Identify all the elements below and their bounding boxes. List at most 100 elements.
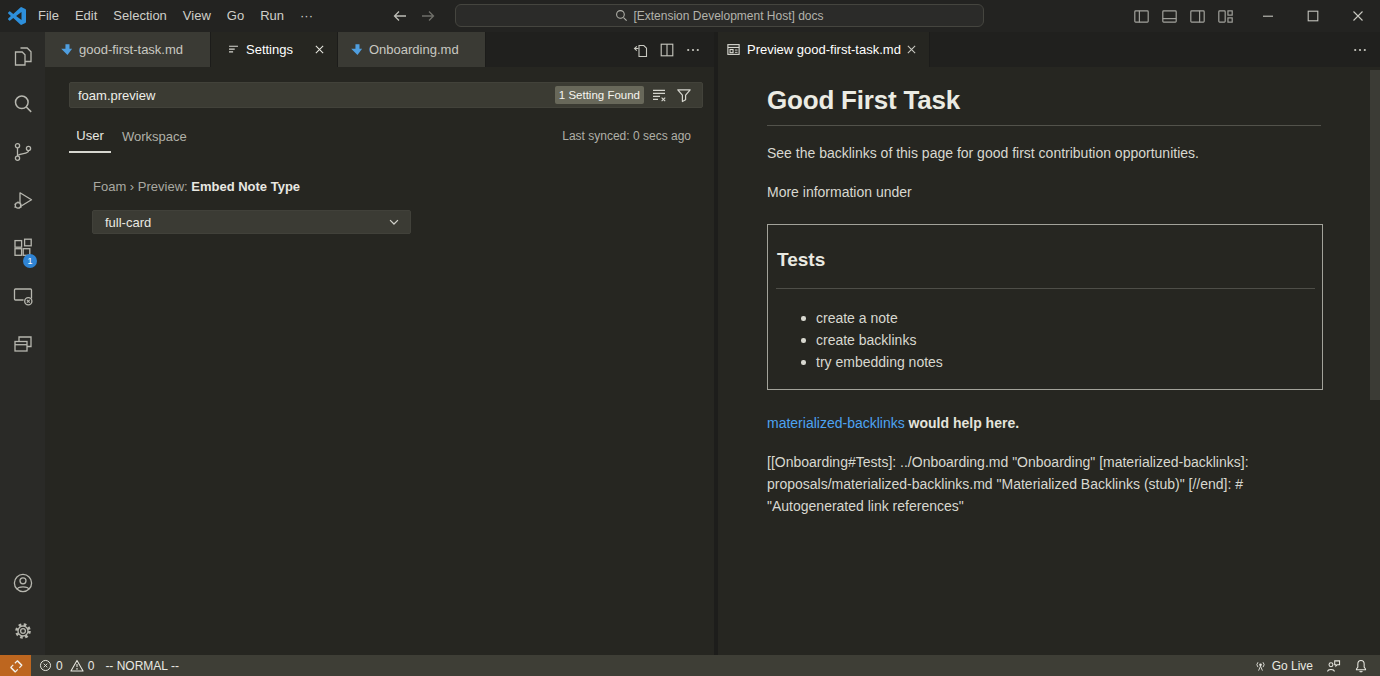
title-bar: File Edit Selection View Go Run ··· [Ext… xyxy=(0,0,1380,32)
link-suffix-text: would help here. xyxy=(905,415,1019,431)
feedback-icon xyxy=(1326,659,1341,673)
toggle-panel-icon[interactable] xyxy=(1161,8,1178,25)
vscode-logo xyxy=(8,7,26,25)
search-sidebar-icon[interactable] xyxy=(0,80,45,128)
markdown-file-icon xyxy=(350,43,363,56)
reference-links-line: proposals/materialized-backlinks.md "Mat… xyxy=(767,473,1243,495)
menu-bar: File Edit Selection View Go Run ··· xyxy=(30,0,321,32)
settings-found-badge: 1 Setting Found xyxy=(555,86,644,104)
menu-edit[interactable]: Edit xyxy=(67,0,105,32)
filter-settings-icon[interactable] xyxy=(674,85,694,105)
extensions-icon[interactable]: 1 xyxy=(0,224,45,272)
menu-more[interactable]: ··· xyxy=(292,0,321,32)
heading-rule xyxy=(767,125,1321,126)
explorer-icon[interactable] xyxy=(0,32,45,80)
preview-paragraph: More information under xyxy=(767,181,912,203)
close-tab-icon[interactable] xyxy=(901,40,921,60)
settings-editor-icon xyxy=(227,43,240,56)
list-item: create backlinks xyxy=(816,329,916,351)
last-synced-label: Last synced: 0 secs ago xyxy=(562,120,691,151)
right-editor-tab-bar: Preview good-first-task.md xyxy=(718,32,1380,67)
select-value: full-card xyxy=(105,215,387,230)
go-live-label: Go Live xyxy=(1272,659,1313,673)
markdown-preview: Good First Task See the backlinks of thi… xyxy=(718,67,1380,655)
menu-run[interactable]: Run xyxy=(252,0,292,32)
menu-selection[interactable]: Selection xyxy=(105,0,174,32)
settings-search-value: foam.preview xyxy=(78,88,555,103)
notifications-button[interactable] xyxy=(1354,659,1368,673)
remote-indicator[interactable] xyxy=(0,655,31,676)
tab-good-first-task[interactable]: good-first-task.md xyxy=(45,32,211,67)
tab-label: good-first-task.md xyxy=(79,42,183,57)
clear-settings-search-icon[interactable] xyxy=(649,85,669,105)
scope-tab-workspace[interactable]: Workspace xyxy=(120,120,189,153)
broadcast-icon xyxy=(1254,659,1267,672)
maximize-button[interactable] xyxy=(1290,0,1335,32)
toggle-primary-sidebar-icon[interactable] xyxy=(1133,8,1150,25)
reference-links-line: "Autogenerated link references" xyxy=(767,495,964,517)
run-and-debug-icon[interactable] xyxy=(0,176,45,224)
tab-label: Settings xyxy=(246,42,293,57)
setting-name: Embed Note Type xyxy=(191,179,300,194)
activity-bar: 1 xyxy=(0,32,45,655)
customize-layout-icon[interactable] xyxy=(1217,8,1234,25)
menu-file[interactable]: File xyxy=(30,0,67,32)
bell-icon xyxy=(1354,659,1368,673)
problems-status[interactable]: 0 0 xyxy=(39,659,94,673)
embedded-note-card: Tests create a note create backlinks try… xyxy=(767,224,1323,390)
search-icon xyxy=(615,9,628,22)
embed-heading: Tests xyxy=(777,249,825,271)
preview-paragraph: See the backlinks of this page for good … xyxy=(767,142,1199,164)
status-bar: 0 0 -- NORMAL -- Go Live xyxy=(0,655,1380,676)
list-item: try embedding notes xyxy=(816,351,943,373)
menu-go[interactable]: Go xyxy=(219,0,252,32)
settings-gear-icon[interactable] xyxy=(0,607,45,655)
reference-links-line: [[Onboarding#Tests]: ../Onboarding.md "O… xyxy=(767,451,1249,473)
command-center-search[interactable]: [Extension Development Host] docs xyxy=(455,4,984,27)
tab-label: Onboarding.md xyxy=(369,42,459,57)
vscode-window: File Edit Selection View Go Run ··· [Ext… xyxy=(0,0,1380,676)
left-editor-tab-bar: good-first-task.md Settings Onboarding.m… xyxy=(45,32,714,67)
source-control-icon[interactable] xyxy=(0,128,45,176)
errors-icon xyxy=(39,659,52,672)
close-window-button[interactable] xyxy=(1335,0,1380,32)
open-settings-json-icon[interactable] xyxy=(633,42,649,58)
setting-title: Foam › Preview: Embed Note Type xyxy=(93,179,300,194)
more-actions-icon[interactable] xyxy=(685,42,701,58)
minimize-button[interactable] xyxy=(1245,0,1290,32)
tab-settings[interactable]: Settings xyxy=(211,32,338,67)
split-editor-icon[interactable] xyxy=(659,42,675,58)
embed-note-type-select[interactable]: full-card xyxy=(92,210,411,234)
warnings-count: 0 xyxy=(88,659,95,673)
open-preview-icon xyxy=(726,42,741,57)
remote-explorer-icon[interactable] xyxy=(0,272,45,320)
go-live-button[interactable]: Go Live xyxy=(1254,659,1313,673)
settings-scope-tabs: User Workspace xyxy=(69,120,189,153)
errors-count: 0 xyxy=(56,659,63,673)
back-arrow-icon[interactable] xyxy=(392,8,408,24)
tab-preview-good-first-task[interactable]: Preview good-first-task.md xyxy=(718,32,930,67)
forward-arrow-icon[interactable] xyxy=(420,8,436,24)
toggle-secondary-sidebar-icon[interactable] xyxy=(1189,8,1206,25)
extensions-badge: 1 xyxy=(23,254,37,268)
more-actions-icon[interactable] xyxy=(1352,42,1368,58)
preview-scrollbar[interactable] xyxy=(1370,70,1380,400)
command-center-text: [Extension Development Host] docs xyxy=(633,9,823,23)
remote-icon xyxy=(9,659,23,673)
scope-tab-user[interactable]: User xyxy=(69,120,111,153)
feedback-button[interactable] xyxy=(1326,659,1341,673)
vim-mode-status[interactable]: -- NORMAL -- xyxy=(105,659,179,673)
menu-view[interactable]: View xyxy=(175,0,219,32)
editor-windows-icon[interactable] xyxy=(0,320,45,368)
markdown-file-icon xyxy=(60,43,73,56)
preview-paragraph: materialized-backlinks would help here. xyxy=(767,412,1019,434)
tab-onboarding[interactable]: Onboarding.md xyxy=(338,32,486,67)
warnings-icon xyxy=(70,659,84,672)
setting-category: Foam › Preview: xyxy=(93,179,191,194)
materialized-backlinks-link[interactable]: materialized-backlinks xyxy=(767,415,905,431)
close-tab-icon[interactable] xyxy=(309,40,329,60)
accounts-icon[interactable] xyxy=(0,559,45,607)
tab-label: Preview good-first-task.md xyxy=(747,42,901,57)
list-item: create a note xyxy=(816,307,898,329)
settings-search-input[interactable]: foam.preview 1 Setting Found xyxy=(69,82,703,108)
